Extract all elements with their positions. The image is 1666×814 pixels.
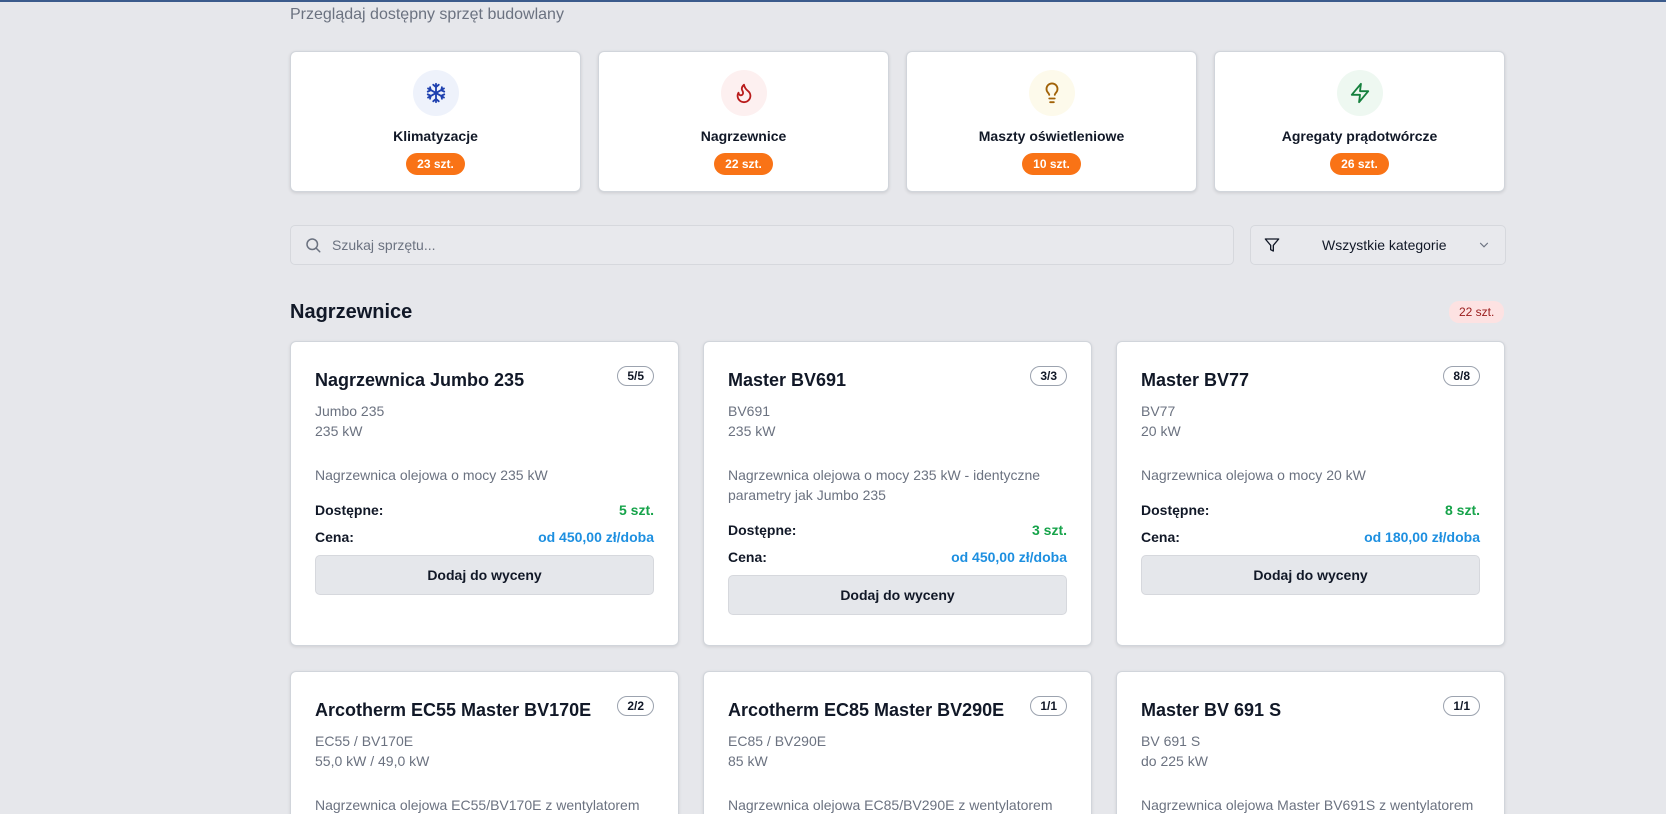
available-value: 8 szt. (1444, 502, 1480, 518)
product-card: Arcotherm EC85 Master BV290E 1/1 EC85 / … (703, 671, 1092, 814)
available-label: Dostępne: (315, 502, 384, 518)
product-model: Jumbo 235 (315, 403, 385, 419)
product-title: Arcotherm EC85 Master BV290E (728, 700, 1005, 720)
stock-badge: 8/8 (1443, 366, 1480, 386)
section-title: Nagrzewnice (290, 301, 413, 323)
top-border (0, 0, 1666, 2)
price-label: Cena: (315, 529, 354, 545)
category-card-klimatyzacje[interactable]: Klimatyzacje 23 szt. (290, 51, 581, 192)
page-subtitle: Przeglądaj dostępny sprzęt budowlany (290, 6, 564, 23)
product-model: BV 691 S (1141, 733, 1201, 749)
category-name: Klimatyzacje (393, 128, 478, 144)
product-title: Master BV 691 S (1141, 700, 1282, 720)
price-value: od 180,00 zł/doba (1364, 529, 1480, 545)
stock-badge: 3/3 (1030, 366, 1067, 386)
search-icon (306, 238, 321, 253)
category-cards: Klimatyzacje 23 szt. Nagrzewnice 22 szt.… (290, 51, 1506, 192)
stock-badge: 1/1 (1030, 696, 1067, 716)
product-model: EC55 / BV170E (315, 733, 414, 749)
add-to-quote-button[interactable]: Dodaj do wyceny (1141, 555, 1480, 595)
product-model: EC85 / BV290E (728, 733, 827, 749)
category-count-badge: 26 szt. (1330, 153, 1389, 175)
price-value: od 450,00 zł/doba (951, 549, 1067, 565)
filter-selected-value: Wszystkie kategorie (1322, 237, 1447, 253)
product-description: Nagrzewnica olejowa EC55/BV170E z wentyl… (315, 797, 640, 813)
stock-badge: 1/1 (1443, 696, 1480, 716)
product-title: Master BV691 (728, 370, 847, 390)
product-model: BV691 (728, 403, 771, 419)
add-to-quote-button[interactable]: Dodaj do wyceny (728, 575, 1067, 615)
product-description: Nagrzewnica olejowa o mocy 235 kW - iden… (728, 467, 1041, 503)
product-description: Nagrzewnica olejowa o mocy 235 kW (315, 467, 548, 483)
product-power: 85 kW (728, 753, 768, 769)
available-value: 5 szt. (618, 502, 654, 518)
product-power: 20 kW (1141, 423, 1181, 439)
category-name: Nagrzewnice (700, 128, 787, 144)
stock-badge: 5/5 (617, 366, 654, 386)
stock-badge: 2/2 (617, 696, 654, 716)
category-count-badge: 10 szt. (1022, 153, 1081, 175)
available-label: Dostępne: (1141, 502, 1210, 518)
price-label: Cena: (1141, 529, 1180, 545)
product-power: 235 kW (315, 423, 363, 439)
chevron-down-icon (1479, 242, 1489, 248)
category-count-badge: 23 szt. (406, 153, 465, 175)
product-power: 235 kW (728, 423, 776, 439)
product-card: Arcotherm EC55 Master BV170E 2/2 EC55 / … (290, 671, 679, 814)
category-count-badge: 22 szt. (714, 153, 773, 175)
category-card-maszty[interactable]: Maszty oświetleniowe 10 szt. (906, 51, 1197, 192)
search-box (290, 225, 1234, 265)
product-description: Nagrzewnica olejowa o mocy 20 kW (1141, 467, 1366, 483)
available-label: Dostępne: (728, 522, 797, 538)
lightbulb-icon (1028, 70, 1075, 116)
search-input[interactable] (332, 237, 1212, 253)
snowflake-icon (412, 70, 459, 116)
product-power: do 225 kW (1141, 753, 1208, 769)
category-card-agregaty[interactable]: Agregaty prądotwórcze 26 szt. (1214, 51, 1505, 192)
product-card: Master BV 691 S 1/1 BV 691 S do 225 kW N… (1116, 671, 1505, 814)
category-name: Agregaty prądotwórcze (1281, 128, 1438, 144)
product-card: Master BV77 8/8 BV77 20 kW Nagrzewnica o… (1116, 341, 1505, 646)
product-title: Arcotherm EC55 Master BV170E (315, 700, 592, 720)
price-label: Cena: (728, 549, 767, 565)
available-value: 3 szt. (1031, 522, 1067, 538)
price-value: od 450,00 zł/doba (538, 529, 654, 545)
flame-icon (720, 70, 767, 116)
add-to-quote-button[interactable]: Dodaj do wyceny (315, 555, 654, 595)
product-card: Master BV691 3/3 BV691 235 kW Nagrzewnic… (703, 341, 1092, 646)
product-description: Nagrzewnica olejowa EC85/BV290E z wentyl… (728, 797, 1053, 813)
lightning-icon (1336, 70, 1383, 116)
section-count-badge: 22 szt. (1449, 301, 1505, 323)
filter-icon (1264, 238, 1280, 252)
category-name: Maszty oświetleniowe (978, 128, 1125, 144)
product-power: 55,0 kW / 49,0 kW (315, 753, 430, 769)
product-model: BV77 (1141, 403, 1176, 419)
category-card-nagrzewnice[interactable]: Nagrzewnice 22 szt. (598, 51, 889, 192)
product-title: Master BV77 (1141, 370, 1250, 390)
product-title: Nagrzewnica Jumbo 235 (315, 370, 525, 390)
category-filter-select[interactable]: Wszystkie kategorie (1250, 225, 1506, 265)
product-description: Nagrzewnica olejowa Master BV691S z went… (1141, 797, 1474, 813)
product-card: Nagrzewnica Jumbo 235 5/5 Jumbo 235 235 … (290, 341, 679, 646)
